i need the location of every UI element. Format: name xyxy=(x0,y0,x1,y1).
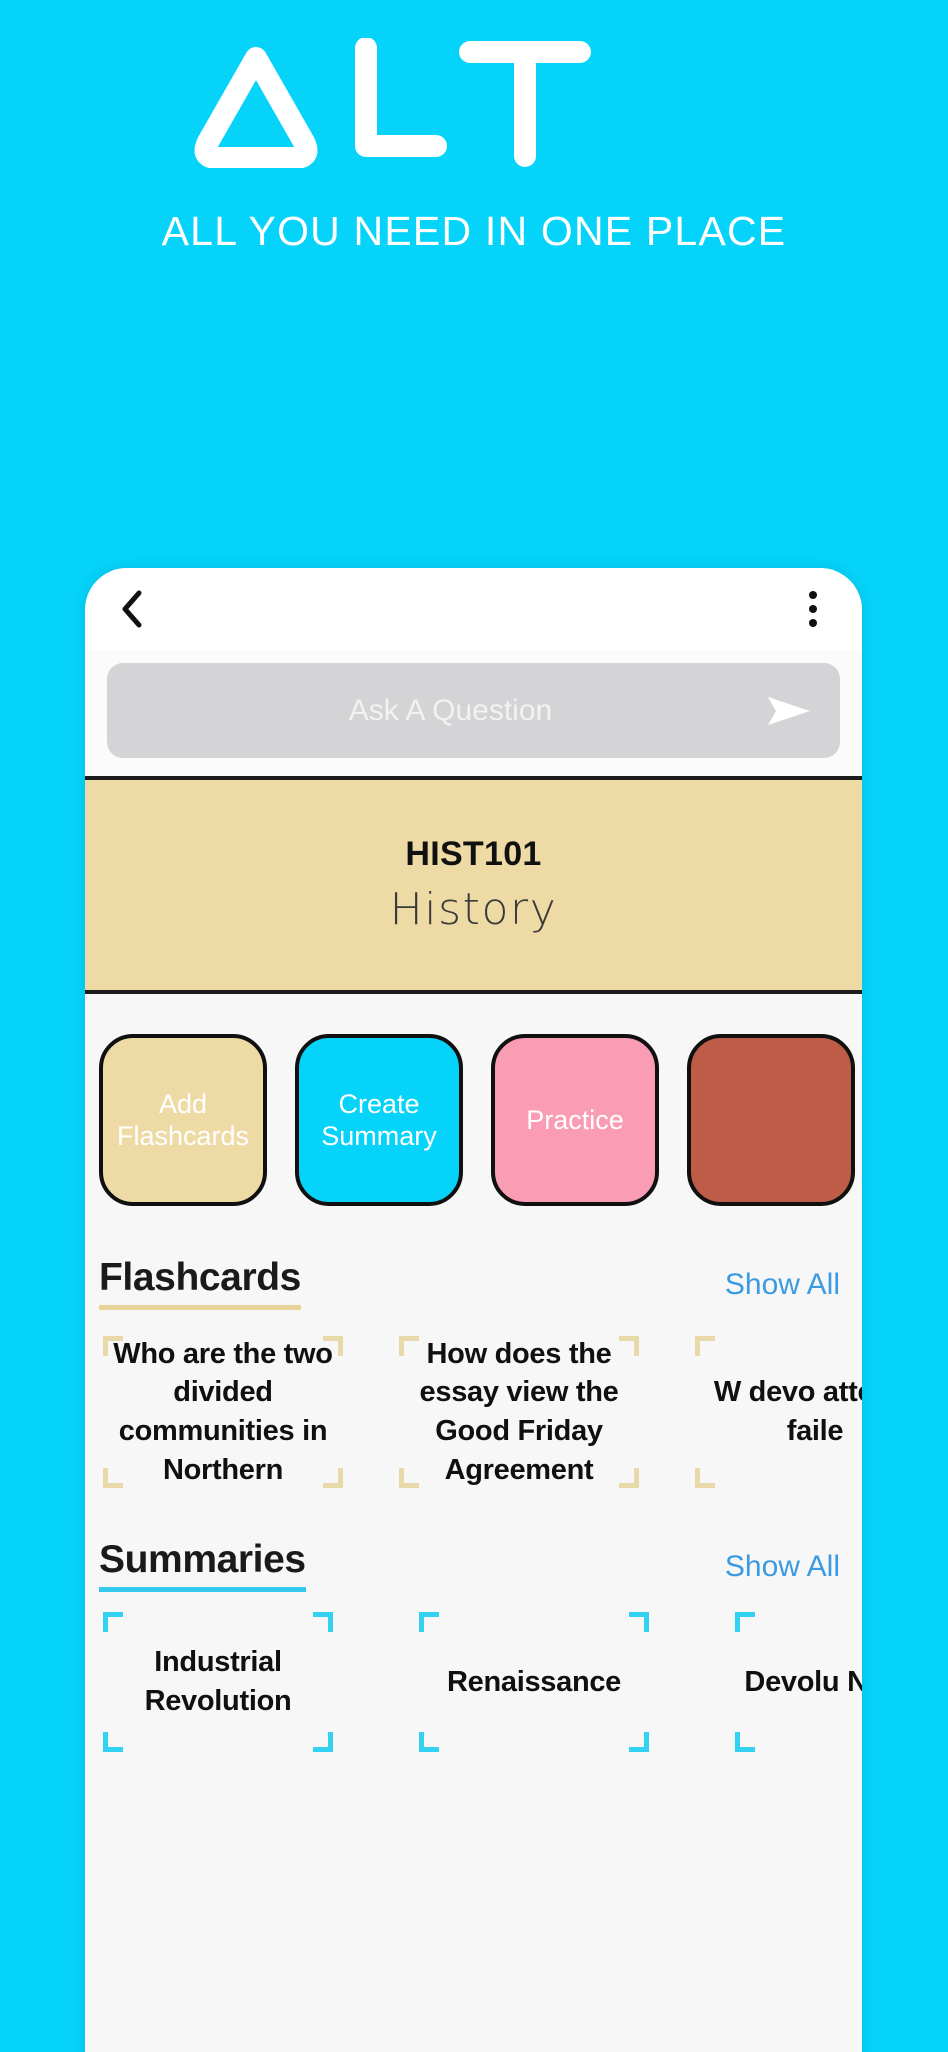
course-name: History xyxy=(389,884,558,935)
app-content: Add Flashcards Create Summary Practice F… xyxy=(85,994,862,2052)
section-header-summaries: Summaries Show All xyxy=(85,1538,862,1592)
kebab-menu-icon[interactable] xyxy=(798,588,828,630)
course-banner[interactable]: HIST101 History xyxy=(85,776,862,994)
corner-bracket-icon xyxy=(419,1732,439,1752)
corner-bracket-icon xyxy=(735,1612,755,1632)
ask-question-zone xyxy=(85,650,862,776)
action-chip-label: Practice xyxy=(526,1104,624,1135)
send-glyph xyxy=(768,696,810,725)
corner-bracket-icon xyxy=(103,1336,123,1356)
corner-bracket-icon xyxy=(695,1468,715,1488)
corner-bracket-icon xyxy=(419,1612,439,1632)
corner-bracket-icon xyxy=(399,1468,419,1488)
section-header-flashcards: Flashcards Show All xyxy=(85,1256,862,1310)
phone-mockup: HIST101 History Add Flashcards Create Su… xyxy=(85,568,862,2052)
summary-item[interactable]: Industrial Revolution xyxy=(99,1612,337,1752)
corner-bracket-icon xyxy=(629,1612,649,1632)
show-all-flashcards[interactable]: Show All xyxy=(725,1268,840,1310)
summary-label: Devolu Nort Irel xyxy=(744,1665,862,1698)
flashcard-label: W devo attemp faile xyxy=(713,1376,862,1447)
corner-bracket-icon xyxy=(619,1336,639,1356)
corner-bracket-icon xyxy=(313,1732,333,1752)
flashcard-label: Who are the two divided communities in N… xyxy=(113,1337,333,1486)
corner-bracket-icon xyxy=(735,1732,755,1752)
corner-bracket-icon xyxy=(313,1612,333,1632)
corner-bracket-icon xyxy=(695,1336,715,1356)
alt-logo xyxy=(184,38,764,168)
flashcard-item[interactable]: How does the essay view the Good Friday … xyxy=(395,1336,643,1488)
send-paper-plane-icon[interactable] xyxy=(764,691,814,731)
course-code: HIST101 xyxy=(405,835,542,873)
show-all-summaries[interactable]: Show All xyxy=(725,1550,840,1592)
summary-rail[interactable]: Industrial Revolution Renaissance Devolu… xyxy=(85,1592,862,1752)
corner-bracket-icon xyxy=(399,1336,419,1356)
chevron-left-icon[interactable] xyxy=(115,589,149,629)
brand-tagline: ALL YOU NEED IN ONE PLACE xyxy=(161,208,787,254)
action-chip-practice[interactable]: Practice xyxy=(491,1034,659,1206)
action-chip-rail[interactable]: Add Flashcards Create Summary Practice xyxy=(85,1034,862,1206)
kebab-dot xyxy=(809,591,817,599)
summary-item[interactable]: Renaissance xyxy=(415,1612,653,1752)
summary-item[interactable]: Devolu Nort Irel xyxy=(731,1612,862,1752)
flashcard-label: How does the essay view the Good Friday … xyxy=(419,1337,619,1486)
summary-label: Industrial Revolution xyxy=(144,1646,292,1717)
action-chip-add-flashcards[interactable]: Add Flashcards xyxy=(99,1034,267,1206)
chevron-left-glyph xyxy=(122,590,142,628)
kebab-dot xyxy=(809,619,817,627)
app-bar xyxy=(85,568,862,650)
flashcard-item[interactable]: W devo attemp faile xyxy=(691,1336,862,1488)
summary-label: Renaissance xyxy=(446,1665,622,1698)
corner-bracket-icon xyxy=(103,1732,123,1752)
action-chip-create-summary[interactable]: Create Summary xyxy=(295,1034,463,1206)
action-chip-fourth-partial[interactable] xyxy=(687,1034,855,1206)
action-chip-label: Create Summary xyxy=(321,1088,437,1151)
ask-question-input[interactable] xyxy=(137,693,764,728)
kebab-dot xyxy=(809,605,817,613)
action-chip-label: Add Flashcards xyxy=(116,1088,250,1151)
corner-bracket-icon xyxy=(629,1732,649,1752)
section-title-summaries: Summaries xyxy=(99,1538,306,1592)
flashcard-item[interactable]: Who are the two divided communities in N… xyxy=(99,1336,347,1488)
corner-bracket-icon xyxy=(323,1336,343,1356)
section-title-flashcards: Flashcards xyxy=(99,1256,301,1310)
flashcard-rail[interactable]: Who are the two divided communities in N… xyxy=(85,1310,862,1488)
corner-bracket-icon xyxy=(619,1468,639,1488)
brand-header: ALL YOU NEED IN ONE PLACE xyxy=(0,0,948,430)
corner-bracket-icon xyxy=(323,1468,343,1488)
ask-question-bar[interactable] xyxy=(107,663,840,758)
corner-bracket-icon xyxy=(103,1468,123,1488)
alt-triangle-logo xyxy=(194,38,591,168)
corner-bracket-icon xyxy=(103,1612,123,1632)
